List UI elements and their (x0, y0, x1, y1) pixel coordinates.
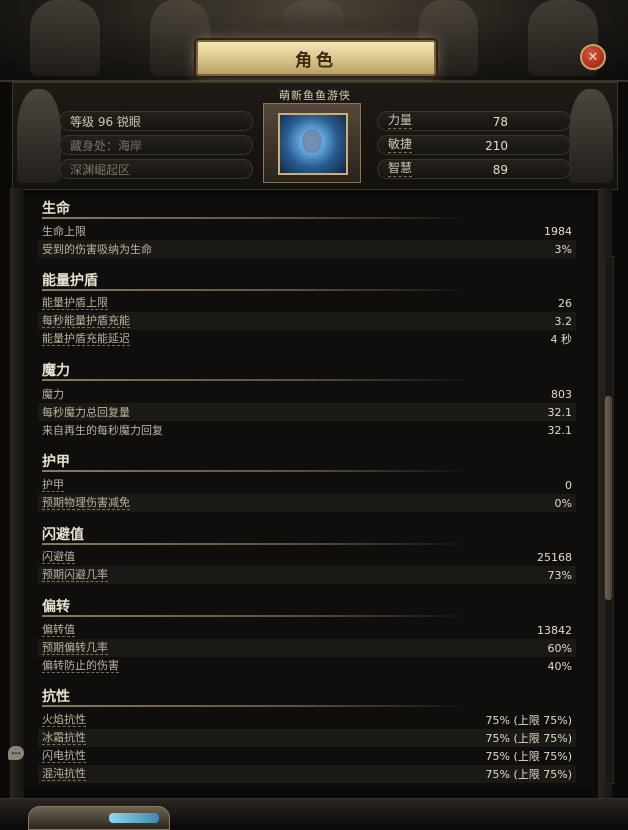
stat-value: 32.1 (547, 405, 573, 419)
bottom-hud-ornament (28, 806, 170, 830)
stat-label: 魔力 (42, 388, 64, 401)
stat-value: 25168 (537, 550, 572, 564)
attribute-intelligence[interactable]: 智慧 89 (377, 159, 571, 179)
stat-value: 4 秒 (550, 333, 573, 346)
window-title: 角色 (196, 40, 436, 76)
stat-value: 32.1 (547, 423, 573, 437)
stat-label: 来自再生的每秒魔力回复 (42, 424, 163, 437)
stat-value: 803 (551, 387, 572, 401)
stat-row[interactable]: 魔力 803 (38, 385, 576, 403)
stat-value: 60% (547, 641, 572, 655)
section-title-life: 生命 (42, 201, 70, 217)
stat-row[interactable]: 能量护盾充能延迟 4 秒 (38, 330, 576, 348)
stat-label: 混沌抗性 (42, 767, 86, 781)
stat-row[interactable]: 来自再生的每秒魔力回复 32.1 (38, 421, 576, 439)
stat-value: 75% (上限 75%) (485, 732, 572, 745)
section-divider (42, 289, 472, 291)
stat-label: 偏转防止的伤害 (42, 659, 119, 673)
character-name: 萌新鱼鱼游侠 (279, 89, 351, 102)
stat-label: 闪电抗性 (42, 749, 86, 763)
left-frame (10, 188, 24, 798)
stat-label: 每秒能量护盾充能 (42, 314, 130, 328)
stats-panel: 生命 生命上限 1984 受到的伤害吸纳为生命 3% 能量护盾 能量护盾上限 2… (24, 196, 594, 788)
attribute-value: 210 (485, 139, 508, 153)
scrollbar-thumb[interactable] (605, 396, 612, 600)
stat-label: 偏转值 (42, 623, 75, 637)
stat-value: 3.2 (554, 314, 573, 328)
section-title-energy-shield: 能量护盾 (42, 273, 98, 289)
attribute-label: 力量 (388, 113, 413, 129)
stat-row[interactable]: 每秒能量护盾充能 3.2 (38, 312, 576, 330)
stat-label: 火焰抗性 (42, 713, 86, 727)
attribute-value: 89 (492, 163, 508, 177)
stat-row[interactable]: 偏转值 13842 (38, 621, 576, 639)
header-statue-right (569, 89, 613, 183)
portrait-frame (263, 103, 361, 183)
section-divider (42, 705, 472, 707)
section-divider (42, 379, 472, 381)
close-button[interactable]: ✕ (580, 44, 606, 70)
stat-value: 75% (上限 75%) (485, 714, 572, 727)
stat-value: 13842 (537, 623, 572, 637)
stat-label: 闪避值 (42, 550, 75, 564)
gargoyle-statue-left (30, 0, 100, 76)
statue-center (284, 0, 344, 40)
stat-value: 1984 (544, 224, 572, 238)
stat-label: 预期偏转几率 (42, 641, 108, 655)
stat-value: 40% (547, 659, 572, 673)
stat-row[interactable]: 闪避值 25168 (38, 548, 576, 566)
attribute-label: 敏捷 (388, 137, 413, 153)
stat-row[interactable]: 预期偏转几率 60% (38, 639, 576, 657)
stat-row[interactable]: 受到的伤害吸纳为生命 3% (38, 240, 576, 258)
stat-value: 73% (547, 568, 572, 582)
section-title-deflection: 偏转 (42, 599, 70, 615)
attribute-dexterity[interactable]: 敏捷 210 (377, 135, 571, 155)
stat-value: 0 (565, 478, 572, 492)
league-info: 深渊崛起区 (59, 159, 253, 179)
stat-row[interactable]: 生命上限 1984 (38, 222, 576, 240)
stat-value: 75% (上限 75%) (485, 768, 572, 781)
stat-row[interactable]: 火焰抗性 75% (上限 75%) (38, 711, 576, 729)
section-title-resistances: 抗性 (42, 689, 70, 705)
section-divider (42, 543, 472, 545)
stat-label: 预期闪避几率 (42, 568, 108, 582)
stat-row[interactable]: 预期物理伤害减免 0% (38, 494, 576, 512)
hideout-info[interactable]: 藏身处：海岸 (59, 135, 253, 155)
stat-value: 3% (554, 242, 572, 256)
section-divider (42, 470, 472, 472)
stat-row[interactable]: 每秒魔力总回复量 32.1 (38, 403, 576, 421)
stat-label: 护甲 (42, 478, 64, 492)
stat-row[interactable]: 闪电抗性 75% (上限 75%) (38, 747, 576, 765)
attribute-strength[interactable]: 力量 78 (377, 111, 571, 131)
stat-value: 26 (558, 296, 572, 310)
stat-label: 预期物理伤害减免 (42, 496, 130, 510)
attribute-label: 智慧 (388, 161, 413, 177)
character-header: 萌新鱼鱼游侠 等级 96 锐眼 藏身处：海岸 深渊崛起区 力量 78 敏捷 21… (12, 82, 618, 190)
chat-bubble-icon[interactable]: … (8, 746, 24, 760)
section-title-mana: 魔力 (42, 363, 70, 379)
stat-row[interactable]: 预期闪避几率 73% (38, 566, 576, 584)
stat-label: 冰霜抗性 (42, 731, 86, 745)
stat-value: 0% (554, 496, 572, 510)
stat-row[interactable]: 能量护盾上限 26 (38, 294, 576, 312)
section-divider (42, 615, 472, 617)
section-title-armour: 护甲 (42, 454, 70, 470)
stat-value: 75% (上限 75%) (485, 750, 572, 763)
section-divider (42, 217, 472, 219)
level-class-info: 等级 96 锐眼 (59, 111, 253, 131)
close-icon: ✕ (587, 49, 599, 65)
stat-label: 生命上限 (42, 225, 86, 238)
stat-row[interactable]: 偏转防止的伤害 40% (38, 657, 576, 675)
stat-label: 能量护盾上限 (42, 296, 108, 310)
stat-row[interactable]: 混沌抗性 75% (上限 75%) (38, 765, 576, 783)
stat-label: 能量护盾充能延迟 (42, 332, 130, 346)
attribute-value: 78 (492, 115, 508, 129)
stat-row[interactable]: 护甲 0 (38, 476, 576, 494)
stat-row[interactable]: 冰霜抗性 75% (上限 75%) (38, 729, 576, 747)
header-statue-left (17, 89, 61, 183)
character-portrait (278, 113, 348, 175)
section-title-evasion: 闪避值 (42, 527, 84, 543)
stat-label: 每秒魔力总回复量 (42, 406, 130, 419)
stat-label: 受到的伤害吸纳为生命 (42, 243, 152, 256)
